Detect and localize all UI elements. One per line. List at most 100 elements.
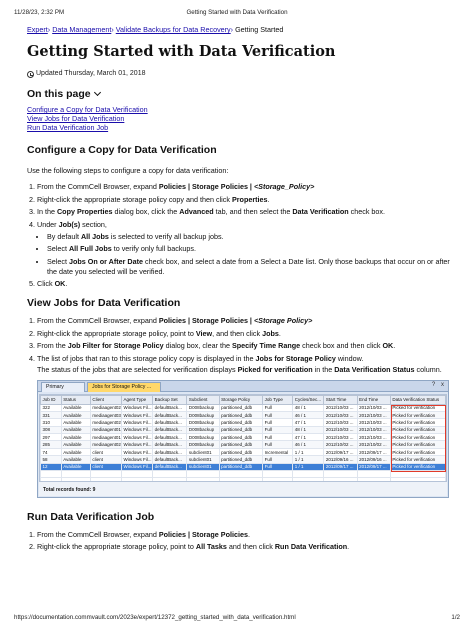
on-this-page-toggle[interactable]: On this page [27,87,450,101]
table-row[interactable]: 297 Available mediaagent01 Windows Fil... de… [40,433,446,442]
table-row[interactable]: 322 Available mediaagent02 Windows Fil... de… [40,403,446,412]
table-cell: partitioned_ddb [218,403,264,412]
table-cell: 2012/10/03 ... [323,403,358,412]
list-item: Select Jobs On or After Date check box, … [47,257,450,277]
help-icon[interactable]: ? [430,382,437,389]
table-cell: 1 / 1 [292,462,325,472]
table-cell [60,469,91,479]
column-header[interactable]: Client [89,394,122,405]
table-cell: mediaagent02 [89,440,122,449]
table-row[interactable]: 285 Available mediaagent02 Windows Fil... de… [40,440,446,449]
table-cell: 331 [40,410,62,420]
close-icon[interactable]: x [439,382,446,389]
column-header[interactable]: Status [60,394,91,405]
breadcrumb-validate-backups[interactable]: Validate Backups for Data Recovery [116,25,231,34]
list-item: Right-click the appropriate storage poli… [37,329,450,339]
table-cell: 322 [40,403,62,412]
updated-text: Updated Thursday, March 01, 2018 [36,70,146,77]
table-cell: 46 / 1 [292,440,325,449]
column-header[interactable]: End Time [356,394,391,405]
column-header[interactable]: Job ID [40,394,62,405]
clock-icon [27,70,34,78]
list-item: Under Job(s) section, By default All Job… [37,220,450,277]
section2-steps: From the CommCell Browser, expand Polici… [27,316,450,375]
table-cell [292,469,325,479]
tab-primary[interactable]: Primary [41,381,85,392]
column-header[interactable]: Data Verification Status [389,394,446,405]
table-cell: 2012/10/03 ... [323,425,358,435]
print-title: Getting Started with Data Verification [186,9,288,16]
section-heading-configure: Configure a Copy for Data Verification [27,144,217,156]
table-row[interactable]: 74 Available client Windows Fil... defaultBa… [40,447,446,457]
table-cell: Available [60,433,91,442]
table-row[interactable]: 58 Available client Windows Fil... defaultBa… [40,455,446,464]
table-cell [40,469,62,479]
print-page-number: 1/2 [451,614,460,621]
section-heading-view-jobs: View Jobs for Data Verification [27,297,181,309]
table-cell: Incremental [262,447,294,457]
table-cell [323,469,358,479]
table-cell: defaultBack... [152,440,188,449]
column-header[interactable]: Cycles/Sec... [292,394,325,405]
column-header[interactable]: Agent Type [120,394,154,405]
section1-steps: From the CommCell Browser, expand Polici… [27,182,450,289]
print-header: 11/28/23, 2:32 PM Getting Started with D… [14,9,460,19]
table-cell: 48 / 1 [292,403,325,412]
table-cell: partitioned_ddb [218,440,264,449]
section1-intro: Use the following steps to configure a c… [27,166,229,175]
table-cell: Windows Fil... [120,462,154,472]
table-cell [152,469,188,479]
table-cell: 47 / 1 [292,418,325,427]
table-cell: D008backup [186,418,220,427]
table-cell: Full [262,425,294,435]
table-cell: 297 [40,433,62,442]
table-cell [356,469,391,479]
jobs-window-screenshot: Primary Jobs for Storage Policy ... ? x … [37,379,449,498]
toc-link-view-jobs[interactable]: View Jobs for Data Verification [27,114,450,123]
table-row[interactable]: 308 Available mediaagent01 Windows Fil... de… [40,425,446,435]
toc-link-run-job[interactable]: Run Data Verification Job [27,123,450,132]
print-footer: https://documentation.commvault.com/2023… [14,614,460,624]
grid-footer: Total records found: 9 [39,480,447,496]
table-row[interactable]: 12 Available client Windows Fil... defaultBa… [40,462,446,472]
list-item: From the CommCell Browser, expand Polici… [37,182,450,192]
table-cell: 2012/10/03 ... [356,403,391,412]
table-cell: Available [60,403,91,412]
breadcrumb-expert[interactable]: Expert [27,25,48,34]
breadcrumb-data-management[interactable]: Data Management [52,25,111,34]
table-cell [120,469,154,479]
print-url: https://documentation.commvault.com/2023… [14,614,296,621]
table-row[interactable]: 310 Available mediaagent02 Windows Fil... de… [40,418,446,427]
toc-link-configure[interactable]: Configure a Copy for Data Verification [27,105,450,114]
table-cell: D008backup [186,433,220,442]
table-cell: Windows Fil... [120,447,154,457]
table-cell: 2012/10/03 ... [323,418,358,427]
table-cell: 310 [40,418,62,427]
list-item: Right-click the appropriate storage poli… [37,542,450,552]
table-cell: 2012/09/17 ... [356,447,391,457]
column-header[interactable]: Subclient [186,394,220,405]
empty-row [40,469,446,479]
tab-jobs-for-storage-policy[interactable]: Jobs for Storage Policy ... [87,381,161,392]
column-header[interactable]: Backup Set [152,394,188,405]
table-cell: partitioned_ddb [218,447,264,457]
table-cell: mediaagent03 [89,410,122,420]
table-cell: 2012/09/16 ... [356,455,391,464]
table-cell: defaultBack... [152,455,188,464]
column-header[interactable]: Storage Policy [218,394,264,405]
section3-steps: From the CommCell Browser, expand Polici… [27,530,450,553]
list-item: From the CommCell Browser, expand Polici… [37,530,450,540]
table-cell: 1 / 1 [292,447,325,457]
section-heading-run-job: Run Data Verification Job [27,510,155,523]
table-row[interactable]: 331 Available mediaagent03 Windows Fil... de… [40,410,446,420]
column-header[interactable]: Job Type [262,394,294,405]
table-cell: 2012/09/17 ... [323,462,358,472]
table-cell: Available [60,462,91,472]
table-cell: Available [60,425,91,435]
table-cell: subclient01 [186,455,220,464]
breadcrumb: Expert› Data Management› Validate Backup… [27,24,450,35]
table-cell: 285 [40,440,62,449]
column-header[interactable]: Start Time [323,394,358,405]
breadcrumb-separator: › [47,25,51,34]
list-item: From the Job Filter for Storage Policy d… [37,341,450,351]
